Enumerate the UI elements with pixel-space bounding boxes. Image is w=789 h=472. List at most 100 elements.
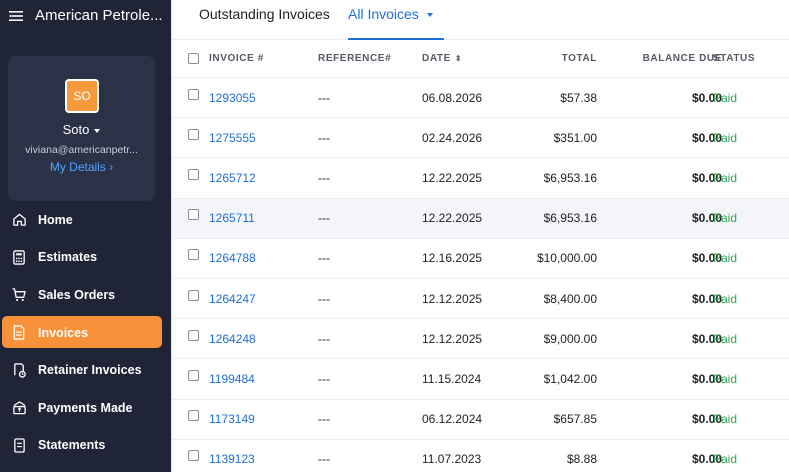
- org-name[interactable]: American Petrole...: [35, 7, 163, 24]
- select-all-cell: [188, 40, 199, 77]
- reference-cell: ---: [318, 371, 330, 386]
- profile-card: SO Soto viviana@americanpetr... My Detai…: [8, 56, 155, 201]
- row-checkbox[interactable]: [188, 128, 199, 140]
- invoice-number-link[interactable]: 1173149: [209, 400, 255, 439]
- sidebar-item-payments-made[interactable]: Payments Made: [0, 389, 171, 427]
- invoice-number-link[interactable]: 1265711: [209, 199, 255, 238]
- row-checkbox-cell: [188, 158, 199, 197]
- table-row[interactable]: 1265711 --- 12.22.2025 $6,953.16 $0.00 Paid: [172, 198, 789, 239]
- row-checkbox-cell: [188, 440, 199, 472]
- date-cell: 12.12.2025: [422, 331, 483, 346]
- date-cell: 06.12.2024: [422, 412, 483, 427]
- status-cell: Paid: [713, 371, 738, 386]
- date-cell: 11.15.2024: [422, 371, 482, 386]
- table-row[interactable]: 1275555 --- 02.24.2026 $351.00 $0.00 Paid: [172, 118, 789, 159]
- invoice-number-link[interactable]: 1264247: [209, 279, 256, 318]
- column-header-total[interactable]: TOTAL: [505, 40, 597, 77]
- invoice-icon: [11, 325, 27, 341]
- tab-all-invoices[interactable]: All Invoices: [348, 6, 433, 22]
- invoice-number-link[interactable]: 1139123: [209, 440, 255, 472]
- table-row[interactable]: 1264788 --- 12.16.2025 $10,000.00 $0.00 Paid: [172, 239, 789, 279]
- total-cell: $10,000.00: [536, 251, 597, 266]
- table-row[interactable]: 1139123 --- 11.07.2023 $8.88 $0.00 Paid: [172, 440, 789, 472]
- total-cell: $657.85: [553, 412, 597, 427]
- reference-cell: ---: [318, 452, 330, 467]
- table-body: 1293055 --- 06.08.2026 $57.38 $0.00 Paid 12755…: [172, 78, 789, 472]
- table-row[interactable]: 1264248 --- 12.12.2025 $9,000.00 $0.00 Paid: [172, 319, 789, 360]
- caret-down-icon: [94, 128, 101, 133]
- sidebar-nav: Home Estimates Sales Orders Invoices Ret…: [0, 201, 171, 464]
- hamburger-icon[interactable]: [9, 10, 23, 22]
- row-checkbox[interactable]: [188, 410, 199, 422]
- status-cell: Paid: [713, 90, 738, 105]
- sidebar-item-label: Statements: [38, 438, 106, 453]
- row-checkbox[interactable]: [188, 289, 199, 301]
- row-checkbox-cell: [188, 239, 199, 278]
- column-header-balance-due[interactable]: BALANCE DUE: [602, 40, 722, 77]
- table-row[interactable]: 1199484 --- 11.15.2024 $1,042.00 $0.00 Paid: [172, 359, 789, 400]
- invoice-number-link[interactable]: 1199484: [209, 359, 255, 398]
- table-header: INVOICE # REFERENCE# DATE ⬍ TOTAL BALANCE…: [172, 40, 789, 78]
- column-header-invoice[interactable]: INVOICE #: [209, 40, 264, 77]
- home-icon: [11, 212, 27, 228]
- row-checkbox-cell: [188, 279, 199, 318]
- table-row[interactable]: 1264247 --- 12.12.2025 $8,400.00 $0.00 Paid: [172, 279, 789, 320]
- sidebar-item-statements[interactable]: Statements: [0, 427, 171, 465]
- balance-due-cell: $0.00: [691, 90, 722, 105]
- sidebar-item-label: Retainer Invoices: [38, 363, 142, 378]
- column-header-date-label: DATE: [422, 53, 451, 64]
- profile-email: viviana@americanpetr...: [25, 144, 138, 156]
- row-checkbox[interactable]: [188, 168, 199, 180]
- date-cell: 02.24.2026: [422, 130, 483, 145]
- row-checkbox[interactable]: [188, 88, 199, 100]
- column-header-status[interactable]: STATUS: [713, 40, 755, 77]
- sidebar-item-estimates[interactable]: Estimates: [0, 239, 171, 277]
- balance-due-cell: $0.00: [691, 170, 722, 185]
- table-row[interactable]: 1293055 --- 06.08.2026 $57.38 $0.00 Paid: [172, 78, 789, 119]
- reference-cell: ---: [318, 130, 330, 145]
- my-details-link[interactable]: My Details ›: [8, 160, 155, 174]
- row-checkbox-cell: [188, 400, 199, 439]
- reference-cell: ---: [318, 412, 330, 427]
- tab-outstanding-invoices[interactable]: Outstanding Invoices: [199, 6, 330, 22]
- sidebar-item-home[interactable]: Home: [0, 201, 171, 239]
- invoice-number-link[interactable]: 1264788: [209, 239, 256, 278]
- invoice-number-link[interactable]: 1264248: [209, 319, 256, 358]
- row-checkbox[interactable]: [188, 450, 199, 462]
- retainer-icon: [11, 362, 27, 378]
- balance-due-cell: $0.00: [691, 291, 722, 306]
- reference-cell: ---: [318, 170, 330, 185]
- sidebar-item-retainer-invoices[interactable]: Retainer Invoices: [0, 351, 171, 389]
- table-row[interactable]: 1173149 --- 06.12.2024 $657.85 $0.00 Paid: [172, 400, 789, 440]
- row-checkbox-cell: [188, 78, 199, 117]
- reference-cell: ---: [318, 331, 330, 346]
- column-header-reference[interactable]: REFERENCE#: [318, 40, 391, 77]
- column-header-date[interactable]: DATE ⬍: [422, 40, 462, 77]
- sidebar-item-label: Estimates: [38, 250, 98, 265]
- cart-icon: [11, 287, 27, 303]
- invoice-table: INVOICE # REFERENCE# DATE ⬍ TOTAL BALANCE…: [172, 40, 789, 472]
- avatar[interactable]: SO: [65, 79, 99, 113]
- table-row[interactable]: 1265712 --- 12.22.2025 $6,953.16 $0.00 Paid: [172, 158, 789, 199]
- invoice-number-link[interactable]: 1265712: [209, 158, 256, 197]
- reference-cell: ---: [318, 251, 330, 266]
- row-checkbox[interactable]: [188, 249, 199, 261]
- invoice-number-link[interactable]: 1293055: [209, 78, 256, 117]
- sidebar-item-sales-orders[interactable]: Sales Orders: [0, 276, 171, 314]
- date-cell: 12.16.2025: [422, 251, 483, 266]
- row-checkbox[interactable]: [188, 369, 199, 381]
- balance-due-cell: $0.00: [691, 331, 722, 346]
- sidebar-item-label: Invoices: [38, 325, 89, 340]
- sidebar-item-invoices[interactable]: Invoices: [0, 314, 171, 352]
- calculator-icon: [11, 249, 27, 265]
- date-cell: 12.22.2025: [422, 211, 483, 226]
- balance-due-cell: $0.00: [691, 452, 722, 467]
- date-cell: 12.22.2025: [422, 170, 483, 185]
- row-checkbox-cell: [188, 118, 199, 157]
- select-all-checkbox[interactable]: [188, 53, 199, 64]
- profile-name-dropdown[interactable]: Soto: [8, 122, 155, 137]
- invoice-number-link[interactable]: 1275555: [209, 118, 256, 157]
- total-cell: $6,953.16: [543, 170, 597, 185]
- row-checkbox[interactable]: [188, 209, 199, 221]
- row-checkbox[interactable]: [188, 329, 199, 341]
